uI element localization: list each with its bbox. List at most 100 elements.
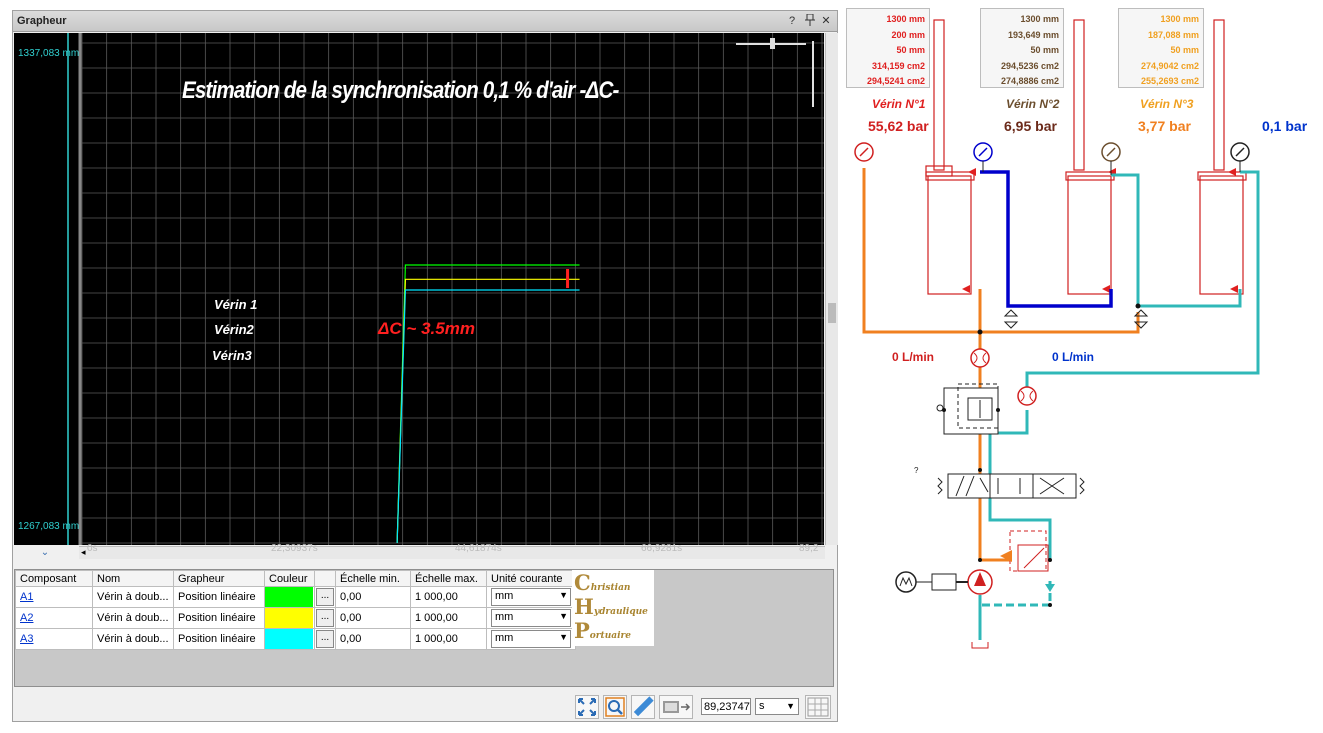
zoom-slider-handle[interactable] [770,38,775,49]
x-tick-2: 44,61874s [455,543,502,554]
time-unit-value: s [759,700,765,712]
color-picker-button[interactable]: ... [316,588,334,606]
cell-min[interactable]: 0,00 [335,586,411,608]
cell-dots: ... [314,628,336,650]
cell-nom: Vérin à doub... [92,607,174,629]
help-button[interactable]: ? [785,14,799,28]
scroll-left-arrow-icon[interactable]: ◂ [81,547,86,558]
components-table-panel: Composant Nom Grapheur Couleur Échelle m… [14,569,834,687]
extra-pressure: 0,1 bar [1262,118,1308,134]
cell-min[interactable]: 0,00 [335,607,411,629]
plot-title: Estimation de la synchronisation 0,1 % d… [182,77,619,104]
x-tick-0: 0s [87,543,98,554]
verin2-pressure: 6,95 bar [1004,118,1057,134]
vertical-scrollbar[interactable] [825,33,838,545]
header-unite[interactable]: Unité courante [486,570,576,587]
verin3-name: Vérin N°3 [1140,97,1194,111]
component-link[interactable]: A1 [15,586,93,608]
verin1-name: Vérin N°1 [872,97,926,111]
title-bar: Grapheur ? ✕ [13,11,837,32]
cell-nom: Vérin à doub... [92,586,174,608]
flow-left: 0 L/min [892,350,935,364]
verin1-pressure: 55,62 bar [868,118,929,134]
ruler-icon[interactable] [631,695,655,719]
header-echelle-min[interactable]: Échelle min. [335,570,411,587]
table-row[interactable]: A3 Vérin à doub... Position linéaire ...… [15,628,576,650]
y-max-label: 1337,083 mm [18,48,80,59]
chevron-down-icon: ▼ [559,590,568,600]
verin1-params-box: 1300 mm 200 mm 50 mm 314,159 cm2 294,5241 cm… [846,8,930,88]
cell-couleur[interactable] [264,607,315,629]
annotation-verin2: Vérin2 [214,322,254,337]
header-grapheur[interactable]: Grapheur [173,570,265,587]
bottom-toolbar: 89,23747 s ▼ [573,693,835,719]
chevron-down-icon: ▼ [786,701,795,711]
verin3-pressure: 3,77 bar [1138,118,1191,134]
color-picker-button[interactable]: ... [316,630,334,648]
components-table: Composant Nom Grapheur Couleur Échelle m… [15,570,576,650]
horizontal-scrollbar[interactable]: ◂ [79,546,825,559]
verin3-params-box: 1300 mm 187,088 mm 50 mm 274,9042 cm2 255,26… [1118,8,1204,88]
color-swatch[interactable] [265,629,313,649]
x-tick-4: 89,2 [799,543,819,554]
cell-grapheur: Position linéaire [173,586,265,608]
vertical-zoom-track[interactable] [812,41,814,107]
cell-max[interactable]: 1 000,00 [410,586,487,608]
cell-max[interactable]: 1 000,00 [410,607,487,629]
pin-icon[interactable] [803,13,817,28]
cell-grapheur: Position linéaire [173,628,265,650]
cell-unit: mm ▼ [486,628,576,650]
time-unit-select[interactable]: s ▼ [755,698,799,715]
fit-view-icon[interactable] [575,695,599,719]
cell-couleur[interactable] [264,586,315,608]
zoom-icon[interactable] [603,695,627,719]
collapse-chevron-icon[interactable]: ⌄ [33,547,57,559]
cell-unit: mm ▼ [486,586,576,608]
unit-select[interactable]: mm ▼ [491,609,571,627]
table-row[interactable]: A1 Vérin à doub... Position linéaire ...… [15,586,576,608]
hydraulic-diagram: 1300 mm 200 mm 50 mm 314,159 cm2 294,5241 cm… [840,0,1323,733]
component-link[interactable]: A2 [15,607,93,629]
chevron-down-icon: ▼ [559,611,568,621]
graph-svg [67,33,824,545]
color-swatch[interactable] [265,608,313,628]
color-swatch[interactable] [265,587,313,607]
cell-max[interactable]: 1 000,00 [410,628,487,650]
delta-annotation: ΔC ~ 3.5mm [378,319,475,338]
flow-right: 0 L/min [1052,350,1095,364]
table-header-row: Composant Nom Grapheur Couleur Échelle m… [15,570,576,587]
graph-plot-area[interactable]: 1337,083 mm 1267,083 mm Estimation de la… [14,33,824,545]
unit-select[interactable]: mm ▼ [491,630,571,648]
component-link[interactable]: A3 [15,628,93,650]
header-nom[interactable]: Nom [92,570,174,587]
unit-select[interactable]: mm ▼ [491,588,571,606]
verin2-name: Vérin N°2 [1006,97,1060,111]
verin2-params-box: 1300 mm 193,649 mm 50 mm 294,5236 cm2 274,88… [980,8,1064,88]
grapheur-window: Grapheur ? ✕ 1337,083 mm 1267,083 mm Est… [12,10,838,722]
x-tick-1: 22,30937s [271,543,318,554]
export-image-icon[interactable] [659,695,693,719]
vertical-scroll-thumb[interactable] [828,303,836,323]
cell-grapheur: Position linéaire [173,607,265,629]
cell-unit: mm ▼ [486,607,576,629]
cell-dots: ... [314,607,336,629]
cell-nom: Vérin à doub... [92,628,174,650]
question-mark: ? [914,466,919,475]
table-grid-icon[interactable] [805,695,831,719]
header-echelle-max[interactable]: Échelle max. [410,570,487,587]
time-value-field[interactable]: 89,23747 [701,698,751,715]
table-row[interactable]: A2 Vérin à doub... Position linéaire ...… [15,607,576,629]
cell-couleur[interactable] [264,628,315,650]
window-title: Grapheur [17,15,67,27]
close-button[interactable]: ✕ [819,14,833,28]
cell-min[interactable]: 0,00 [335,628,411,650]
header-couleur[interactable]: Couleur [264,570,315,587]
series-line-1 [396,264,580,544]
annotation-verin3: Vérin3 [212,348,252,363]
color-picker-button[interactable]: ... [316,609,334,627]
x-tick-3: 66,9281s [641,543,683,554]
y-min-label: 1267,083 mm [18,521,80,532]
header-composant[interactable]: Composant [15,570,93,587]
cell-dots: ... [314,586,336,608]
annotation-verin1: Vérin 1 [214,297,258,312]
